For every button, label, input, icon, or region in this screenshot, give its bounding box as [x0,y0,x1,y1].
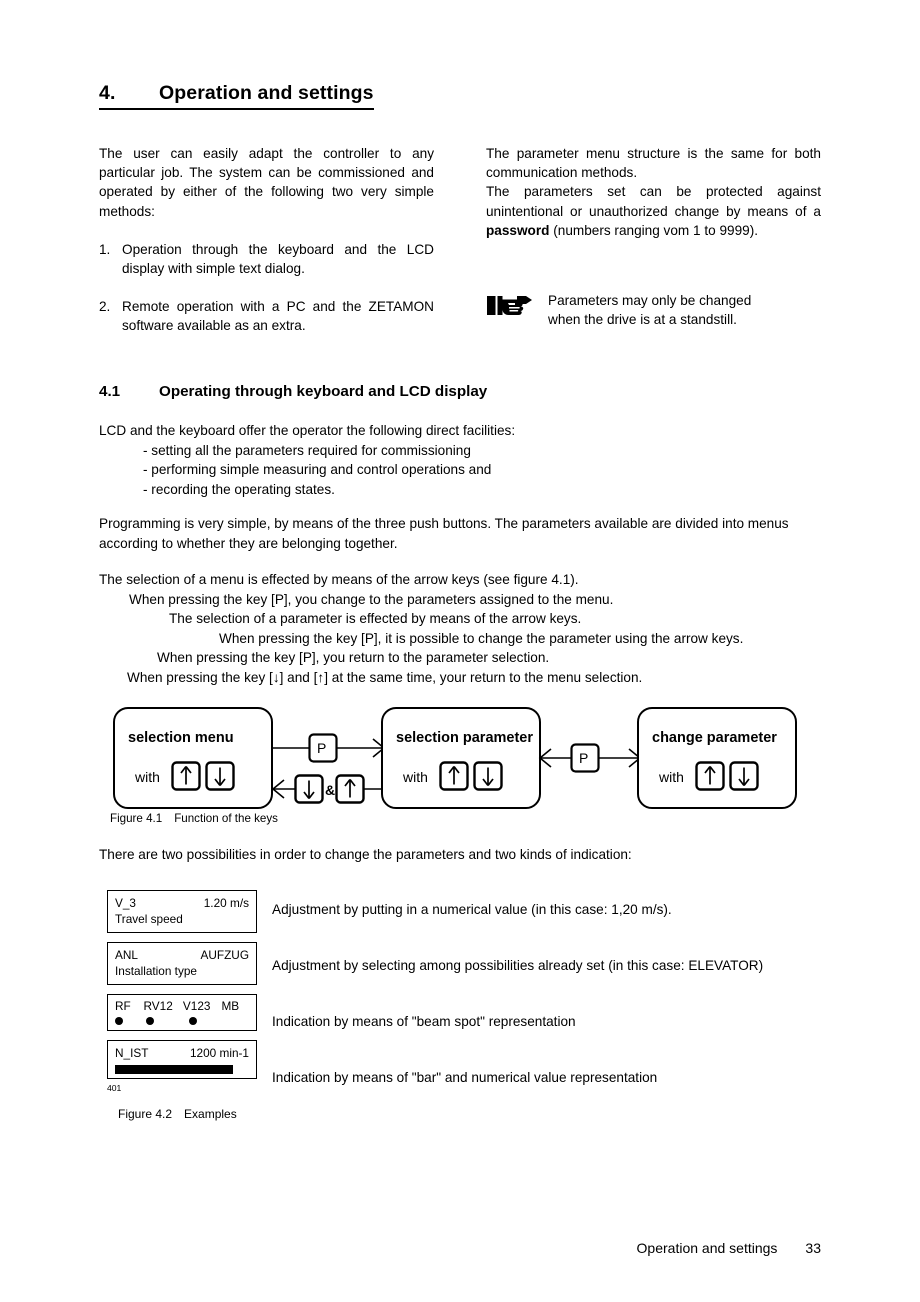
intro-paragraph-right-1: The parameter menu structure is the same… [486,146,821,181]
lcd-panel-numeric-row1: V_3 1.20 m/s [115,895,249,911]
beam-spot-label-2: RV12 [143,999,173,1013]
list-text: Operation through the keyboard and the L… [122,241,434,277]
chapter-heading: 4. Operation and settings [99,82,374,110]
beam-spot-label-3: V123 [182,999,211,1013]
figure-42-caption: Figure 4.2 Examples [118,1107,237,1121]
beam-spot-dot-1 [115,1014,146,1028]
note-line-1: Parameters may only be changed [548,293,752,308]
svg-text:with: with [402,769,428,785]
lcd-panel-selection: ANL AUFZUG Installation type [107,942,257,985]
document-page: 4. Operation and settings The user can e… [0,0,920,1302]
note-callout: Parameters may only be changed when the … [486,290,826,329]
lcd-param-name: ANL [115,948,138,962]
figure-41-caption-text: Function of the keys [174,812,278,825]
password-keyword: password [486,222,550,238]
lcd-param-name: N_IST [115,1046,149,1060]
figure-41-caption-number: Figure 4.1 [110,812,163,825]
possibilities-paragraph: There are two possibilities in order to … [99,847,632,862]
stair-line-6: When pressing the key [↓] and [↑] at the… [127,669,643,685]
lcd-panel-bar: N_IST 1200 min-1 [107,1040,257,1079]
svg-text:selection parameter: selection parameter [396,730,533,746]
facility-item-2: - performing simple measuring and contro… [143,462,492,477]
facility-item-3: - recording the operating states. [143,481,335,497]
list-marker: 1. [99,241,111,257]
lcd-beam-spot-dots [115,1014,249,1027]
stair-line-3: The selection of a parameter is effected… [169,611,582,626]
intro-column-right: The parameter menu structure is the same… [486,144,821,240]
figure-41-caption: Figure 4.1 Function of the keys [110,812,278,826]
svg-text:selection menu: selection menu [128,730,234,746]
lcd-panel-selection-row1: ANL AUFZUG [115,947,249,963]
stair-line-5: When pressing the key [P], you return to… [157,650,550,665]
figure-41-diagram: selection menu with P & selection parame… [110,702,810,822]
stair-line-1: The selection of a menu is effected by m… [99,572,579,587]
section-heading-41: 4.1 Operating through keyboard and LCD d… [99,383,487,400]
intro-paragraph-left: The user can easily adapt the controller… [99,146,434,219]
figure-42-caption-number: Figure 4.2 [118,1107,173,1121]
beam-spot-dot-3 [189,1014,231,1028]
lcd-param-description: Travel speed [115,912,183,926]
lcd-panel-numeric: V_3 1.20 m/s Travel speed [107,890,257,933]
lcd-param-description: Installation type [115,964,197,978]
beam-spot-dot-2 [146,1014,189,1028]
intro-column-left: The user can easily adapt the controller… [99,144,434,336]
list-text: Remote operation with a PC and the ZETAM… [122,299,434,334]
svg-text:P: P [579,750,588,766]
keypress-stairs-block: The selection of a menu is effected by m… [99,570,839,687]
beam-spot-label-1: RF [115,999,131,1013]
note-text: Parameters may only be changed when the … [548,290,751,329]
footer-page-number: 33 [805,1240,821,1256]
lcd-bar-fill [115,1065,233,1074]
lcd-beam-spot-labels: RF RV12 V123 MB [115,999,249,1014]
lcd-bar-track [115,1065,249,1074]
svg-text:with: with [134,769,160,785]
lcd-panel-beam-spot: RF RV12 V123 MB [107,994,257,1031]
beam-spot-label-4: MB [221,999,240,1013]
lcd-description-bar: Indication by means of "bar" and numeric… [272,1070,658,1085]
lcd-description-numeric: Adjustment by putting in a numerical val… [272,902,672,917]
lcd-description-selection: Adjustment by selecting among possibilit… [272,958,764,973]
svg-text:&: & [325,782,335,798]
lcd-panel-bar-row1: N_IST 1200 min-1 [115,1045,249,1061]
lcd-param-value: 1200 min-1 [189,1046,249,1060]
section-number: 4.1 [99,383,121,400]
pointing-hand-icon [486,293,534,319]
footer-title: Operation and settings [636,1240,778,1256]
lcd-param-value: 1.20 m/s [203,896,249,910]
intro-list-item-1: 1. Operation through the keyboard and th… [99,240,434,278]
lcd-description-beam-spot: Indication by means of "beam spot" repre… [272,1014,576,1029]
section-title: Operating through keyboard and LCD displ… [159,383,488,400]
chapter-title: Operation and settings [159,82,374,104]
svg-text:change parameter: change parameter [652,730,777,746]
figure-42-drawing-id: 401 [107,1083,122,1093]
facilities-intro: LCD and the keyboard offer the operator … [99,423,516,438]
facility-item-1: - setting all the parameters required fo… [143,442,471,458]
lcd-param-value: AUFZUG [200,948,250,962]
svg-text:P: P [317,740,326,756]
stair-line-4: When pressing the key [P], it is possibl… [219,630,744,646]
password-text-post: (numbers ranging vom 1 to 9999). [549,222,759,238]
facilities-block: LCD and the keyboard offer the operator … [99,421,799,499]
svg-text:with: with [658,769,684,785]
page-footer: Operation and settings 33 [99,1240,821,1256]
figure-42-caption-text: Examples [184,1107,237,1121]
lcd-param-name: V_3 [115,896,136,910]
intro-list-item-2: 2. Remote operation with a PC and the ZE… [99,297,434,335]
note-line-2: when the drive is at a standstill. [548,312,737,328]
programming-paragraph: Programming is very simple, by means of … [99,516,789,551]
password-text-pre: The parameters set can be protected agai… [486,184,821,219]
chapter-number: 4. [99,82,116,104]
stair-line-2: When pressing the key [P], you change to… [129,591,614,607]
intro-paragraph-right-2: The parameters set can be protected agai… [486,182,821,240]
list-marker: 2. [99,299,111,315]
